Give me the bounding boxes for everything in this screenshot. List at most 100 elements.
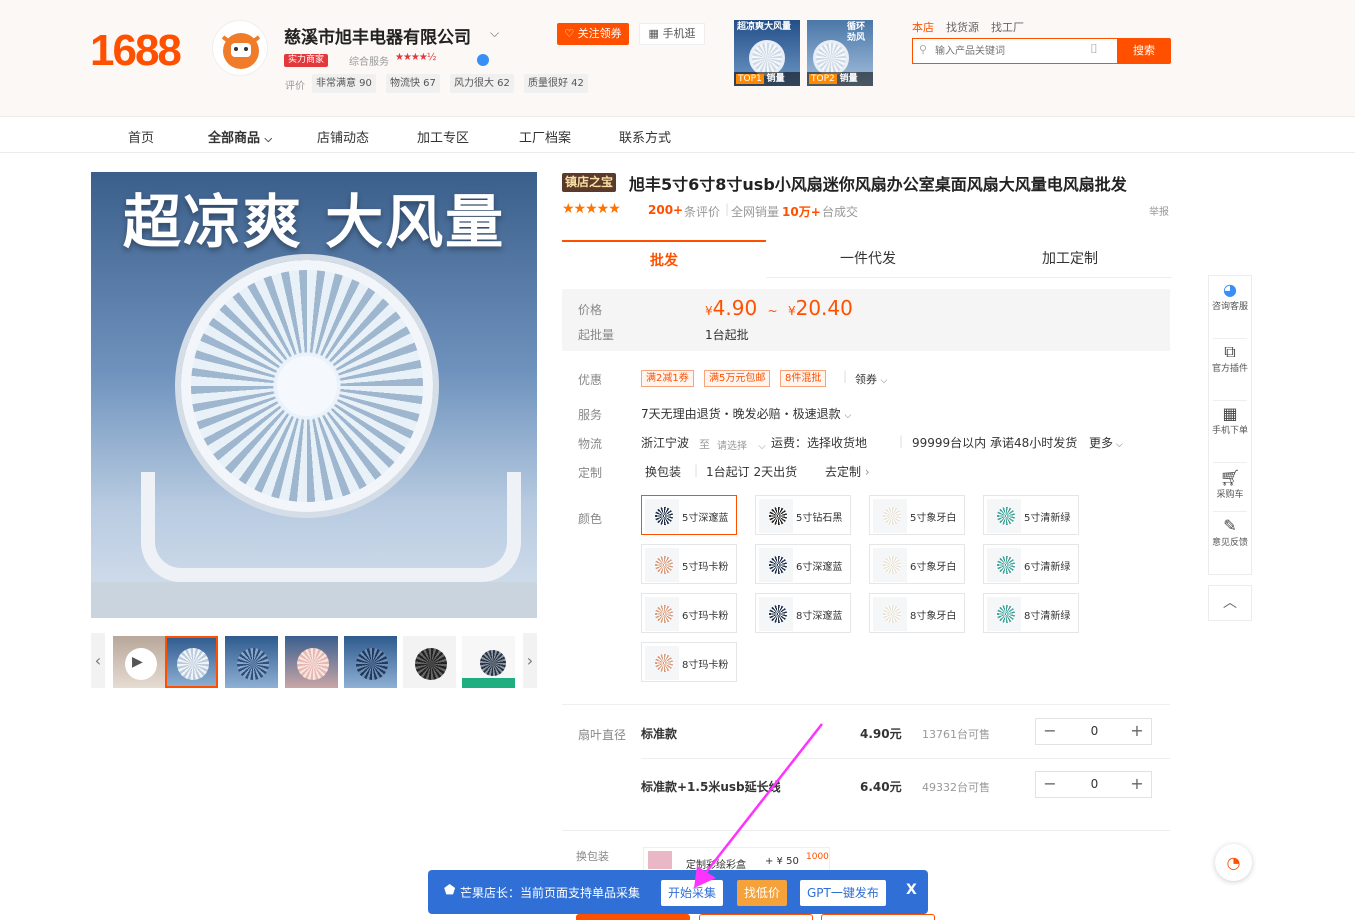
search-tab-source[interactable]: 找货源 (946, 19, 979, 35)
chevron-right-icon[interactable]: › (523, 633, 537, 688)
nav-processing[interactable]: 加工专区 (417, 127, 469, 146)
chat-icon: ◕ (1223, 280, 1237, 299)
color-option[interactable]: 6寸清新绿 (983, 544, 1079, 584)
edit-icon: ✎ (1223, 516, 1237, 535)
sample-button[interactable] (821, 914, 935, 920)
color-thumb (759, 499, 793, 533)
thumbnail[interactable] (285, 636, 338, 688)
thumbnail-video[interactable]: ▶ (113, 636, 166, 688)
shop-nav: 首页 全部商品 ⌵ 店铺动态 加工专区 工厂档案 联系方式 (0, 116, 1355, 153)
quantity-value[interactable]: 0 (1064, 719, 1125, 744)
coupon-tag[interactable]: 满5万元包邮 (704, 370, 771, 387)
follow-coupon-button[interactable]: ♡ 关注领券 (557, 23, 629, 45)
nav-all-products[interactable]: 全部商品 ⌵ (208, 127, 272, 146)
color-option-label: 5寸玛卡粉 (682, 562, 729, 573)
rating-stars: ★★★★★ (562, 201, 621, 217)
color-option[interactable]: 8寸玛卡粉 (641, 642, 737, 682)
fan-image (749, 40, 785, 76)
cart-button[interactable] (699, 914, 813, 920)
color-option[interactable]: 5寸深邃蓝 (641, 495, 737, 535)
close-icon[interactable]: X (906, 882, 917, 898)
coupon-tag[interactable]: 8件混批 (780, 370, 827, 387)
side-consult[interactable]: ◕ 咨询客服 (1209, 280, 1251, 313)
report-link[interactable]: 举报 (1149, 203, 1169, 218)
blade-diameter-label: 扇叶直径 (578, 728, 627, 742)
coupon-tag[interactable]: 满2减1券 (641, 370, 694, 387)
package-option[interactable]: 定制彩绘彩盒 + ¥ 50 1000 (643, 847, 830, 871)
side-mobile-order[interactable]: ▦ 手机下单 (1209, 404, 1251, 437)
plus-button[interactable]: + (1123, 719, 1151, 744)
divider (562, 704, 1170, 705)
search-button[interactable]: 搜索 (1117, 38, 1171, 64)
chevron-down-icon[interactable]: ⌵ (490, 26, 499, 41)
color-option[interactable]: 6寸玛卡粉 (641, 593, 737, 633)
top-rank-badge: TOP1 销量 (734, 72, 800, 86)
find-low-price-button[interactable]: 找低价 (737, 880, 788, 906)
review-count[interactable]: 200+ (648, 203, 683, 217)
side-plugin[interactable]: ⧉ 官方插件 (1209, 342, 1251, 375)
color-option[interactable]: 6寸深邃蓝 (755, 544, 851, 584)
main-product-image[interactable]: 超凉爽 大风量 (91, 172, 537, 618)
camera-icon[interactable]: ⌷ (1090, 42, 1098, 57)
logistics-more[interactable]: 更多 ⌵ (1089, 434, 1123, 451)
logistics-destination-select[interactable]: 请选择 ⌵ (717, 437, 766, 452)
quantity-value[interactable]: 0 (1064, 772, 1125, 797)
color-option[interactable]: 8寸清新绿 (983, 593, 1079, 633)
thumbnail[interactable] (344, 636, 397, 688)
service-value[interactable]: 7天无理由退货・晚发必赔・极速退款 ⌵ (641, 405, 851, 422)
plus-button[interactable]: + (1123, 772, 1151, 797)
tab-custom[interactable]: 加工定制 (968, 240, 1172, 278)
back-to-top-button[interactable]: ︿ (1208, 585, 1252, 621)
shop-name[interactable]: 慈溪市旭丰电器有限公司 (284, 23, 471, 48)
nav-contact[interactable]: 联系方式 (619, 127, 671, 146)
thumbnail[interactable] (165, 636, 218, 688)
color-option[interactable]: 8寸象牙白 (869, 593, 965, 633)
discount-label: 优惠 (578, 373, 603, 387)
quantity-stepper[interactable]: − 0 + (1035, 718, 1152, 745)
color-option[interactable]: 5寸清新绿 (983, 495, 1079, 535)
fan-image (813, 40, 849, 76)
search-box[interactable]: ⚲ ⌷ (912, 38, 1117, 64)
go-custom-link[interactable]: 去定制 › (825, 463, 870, 480)
color-option[interactable]: 5寸象牙白 (869, 495, 965, 535)
quantity-stepper[interactable]: − 0 + (1035, 771, 1152, 798)
order-button[interactable] (576, 914, 690, 920)
color-option[interactable]: 6寸象牙白 (869, 544, 965, 584)
nav-factory-profile[interactable]: 工厂档案 (519, 127, 571, 146)
floating-chat-button[interactable]: ◔ (1215, 844, 1252, 881)
eval-chip: 质量很好 42 (524, 74, 588, 93)
logistics-origin: 浙江宁波 (641, 436, 690, 450)
side-feedback[interactable]: ✎ 意见反馈 (1209, 516, 1251, 549)
minus-button[interactable]: − (1036, 719, 1064, 744)
gpt-publish-button[interactable]: GPT一键发布 (800, 880, 886, 906)
shop-avatar[interactable] (212, 20, 268, 76)
thumbnail[interactable] (462, 636, 515, 688)
color-option-label: 6寸象牙白 (910, 562, 957, 573)
minus-button[interactable]: − (1036, 772, 1064, 797)
side-cart[interactable]: 🛒︎ 采购车 (1209, 468, 1251, 501)
nav-home[interactable]: 首页 (128, 127, 154, 146)
sales-label: 全网销量 (731, 205, 780, 219)
treasure-badge: 镇店之宝 (562, 173, 617, 192)
min-order-value: 1台起批 (705, 328, 749, 342)
search-tab-factory[interactable]: 找工厂 (991, 19, 1024, 35)
mobile-browse-button[interactable]: ▦ 手机逛 (639, 23, 705, 45)
tab-dropship[interactable]: 一件代发 (766, 240, 970, 278)
package-name: 定制彩绘彩盒 (686, 860, 746, 871)
search-tab-this-shop[interactable]: 本店 (912, 19, 934, 35)
nav-shop-news[interactable]: 店铺动态 (317, 127, 369, 146)
color-option[interactable]: 8寸深邃蓝 (755, 593, 851, 633)
start-collect-button[interactable]: 开始采集 (661, 880, 724, 906)
thumbnail[interactable] (225, 636, 278, 688)
color-option[interactable]: 5寸钻石黑 (755, 495, 851, 535)
top-product-1[interactable]: 超凉爽大风量 TOP1 销量 (734, 20, 800, 86)
site-logo[interactable]: 1688 (90, 26, 182, 76)
color-option[interactable]: 5寸玛卡粉 (641, 544, 737, 584)
chevron-left-icon[interactable]: ‹ (91, 633, 105, 688)
top-product-2[interactable]: 循环劲风 TOP2 销量 (807, 20, 873, 86)
thumbnail[interactable] (403, 636, 456, 688)
get-coupon-button[interactable]: 领券 ⌵ (855, 371, 887, 387)
package-moq: 1000 (806, 852, 829, 862)
search-input[interactable] (935, 43, 1085, 59)
tab-wholesale[interactable]: 批发 (562, 240, 766, 278)
